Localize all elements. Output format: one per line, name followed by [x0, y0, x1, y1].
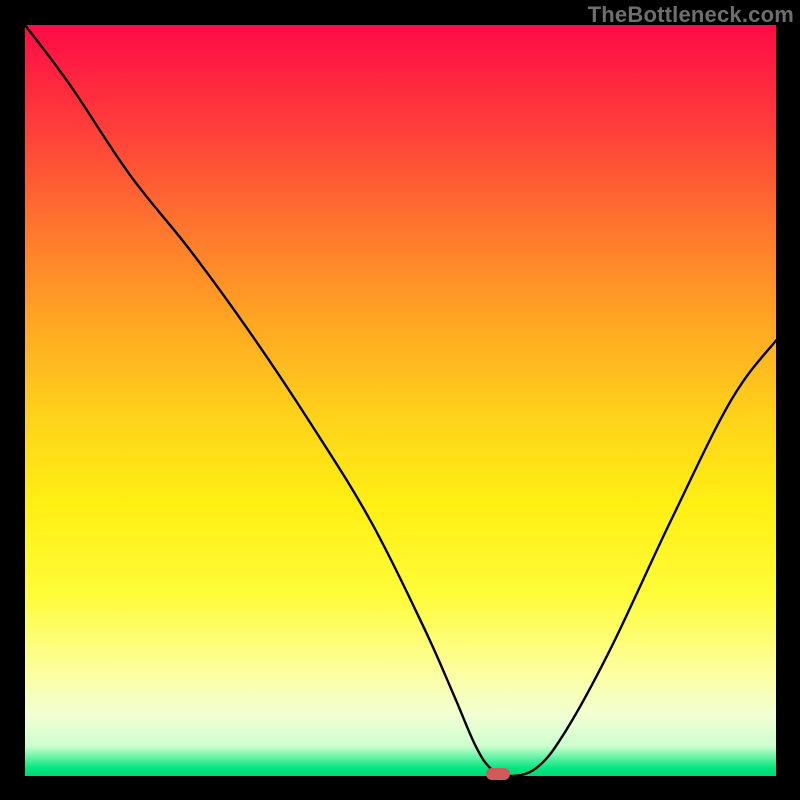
optimal-marker [486, 768, 510, 780]
plot-area [25, 25, 776, 776]
chart-frame: TheBottleneck.com [0, 0, 800, 800]
bottleneck-curve [25, 25, 776, 776]
